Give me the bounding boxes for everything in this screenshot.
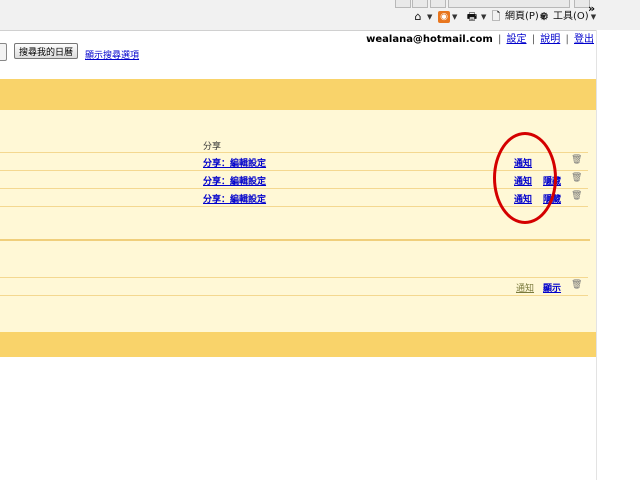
share-settings-link[interactable]: 分享：編輯設定 [203, 156, 266, 169]
toolbar-overflow-button[interactable]: » [588, 2, 595, 15]
print-icon: 🖶 [466, 10, 478, 23]
print-button[interactable]: 🖶 ▼ [465, 10, 487, 24]
share-label: 分享 [203, 159, 222, 169]
cut-off-button[interactable] [0, 43, 7, 61]
notification-link-disabled[interactable]: 通知 [516, 281, 534, 294]
trash-icon[interactable]: 🗑 [571, 155, 582, 165]
browser-toolbar: ⌂ ▼ ◉ ▼ 🖶 ▼ 🗋 網頁(P) ▼ ⚙ 工具(O) ▼ » [0, 0, 640, 31]
toolbar-tab-stub [395, 0, 411, 8]
page-menu-label: 網頁(P) [505, 11, 539, 22]
edit-settings-label: 編輯設定 [230, 177, 267, 187]
chevron-down-icon: ▼ [481, 13, 487, 21]
my-calendars-header-band [0, 79, 596, 110]
page-icon: 🗋 [491, 10, 501, 23]
rss-feed-icon: ◉ [438, 11, 450, 23]
trash-icon[interactable]: 🗑 [571, 173, 582, 183]
home-button[interactable]: ⌂ ▼ [411, 10, 433, 24]
toolbar-search-stub [448, 0, 570, 8]
tools-menu-label: 工具(O) [553, 11, 589, 22]
separator: | [497, 34, 502, 45]
help-link[interactable]: 說明 [540, 34, 560, 45]
share-column-header: 分享 [203, 142, 222, 152]
share-label: 分享 [203, 195, 222, 205]
edit-settings-label: 編輯設定 [230, 195, 267, 205]
red-annotation-ellipse [493, 132, 557, 224]
row-divider [0, 295, 588, 296]
share-label: 分享 [203, 177, 222, 187]
toolbar-tab-stub [412, 0, 428, 8]
share-settings-link[interactable]: 分享：編輯設定 [203, 174, 266, 187]
home-icon: ⌂ [414, 10, 422, 23]
colon: ： [221, 159, 231, 169]
rss-feed-button[interactable]: ◉ ▼ [438, 10, 457, 24]
separator: | [531, 34, 536, 45]
separator: | [565, 34, 569, 45]
section-divider [0, 239, 590, 241]
calendar-list-footer-band [0, 332, 596, 357]
chevron-down-icon: ▼ [452, 13, 458, 21]
edit-settings-label: 編輯設定 [230, 159, 267, 169]
page-right-edge [596, 30, 640, 480]
sign-out-link[interactable]: 登出 [574, 34, 594, 45]
row-divider [0, 277, 588, 278]
trash-icon[interactable]: 🗑 [571, 280, 582, 290]
show-link[interactable]: 顯示 [543, 281, 561, 294]
chevron-down-icon: ▼ [427, 13, 433, 21]
trash-icon[interactable]: 🗑 [571, 191, 582, 201]
show-search-options-link[interactable]: 顯示搜尋選項 [85, 48, 139, 61]
toolbar-tab-stub [430, 0, 446, 8]
settings-link[interactable]: 設定 [507, 34, 527, 45]
search-calendars-button[interactable]: 搜尋我的日曆 [14, 43, 78, 59]
share-settings-link[interactable]: 分享：編輯設定 [203, 192, 266, 205]
colon: ： [221, 177, 231, 187]
gear-icon: ⚙ [539, 10, 549, 23]
account-email: wealana@hotmail.com [366, 34, 493, 45]
colon: ： [221, 195, 231, 205]
account-bar: wealana@hotmail.com | 設定 | 說明 | 登出 [366, 30, 594, 45]
